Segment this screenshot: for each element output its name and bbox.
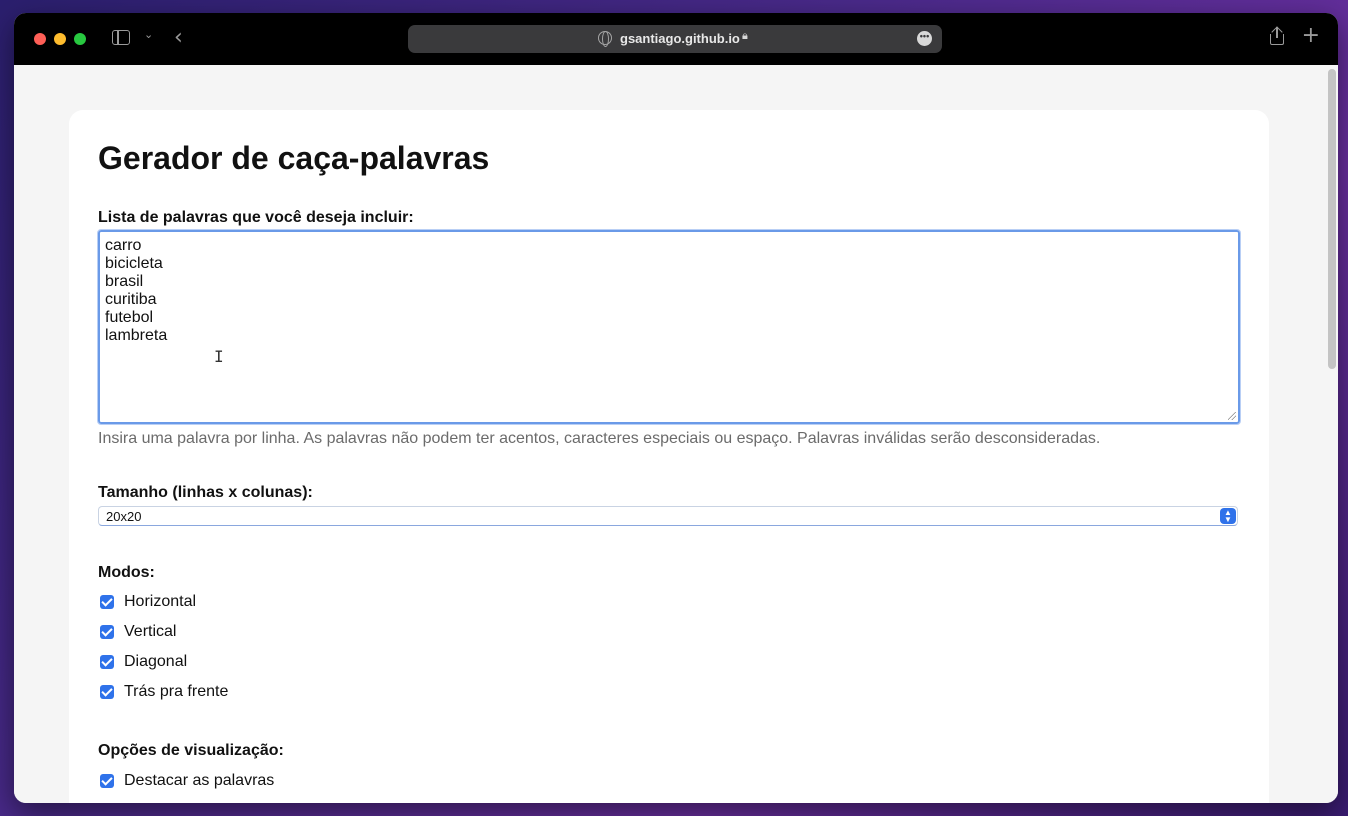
checkbox-label: Trás pra frente — [124, 683, 229, 700]
word-line: futebol — [105, 309, 154, 326]
size-label: Tamanho (linhas x colunas): — [98, 484, 313, 501]
share-icon[interactable] — [1270, 26, 1284, 45]
url-text: gsantiago.github.io — [620, 31, 740, 46]
page-viewport: Gerador de caça-palavras Lista de palavr… — [14, 65, 1338, 803]
word-line: carro — [105, 237, 142, 254]
words-textarea[interactable]: carro bicicleta brasil curitiba futebol … — [97, 229, 1241, 425]
chevron-updown-icon: ▲ ▼ — [1220, 508, 1236, 524]
new-tab-icon[interactable]: + — [1302, 23, 1320, 48]
sidebar-icon[interactable] — [112, 30, 130, 45]
checkbox-checked[interactable] — [100, 685, 114, 699]
text-cursor-icon: I — [214, 347, 224, 366]
words-label: Lista de palavras que você deseja inclui… — [98, 209, 414, 226]
minimize-window-button[interactable] — [54, 33, 66, 45]
resize-handle[interactable] — [1228, 412, 1236, 420]
address-bar[interactable]: gsantiago.github.io 🔒︎ ••• — [408, 25, 942, 53]
scrollbar[interactable] — [1328, 69, 1336, 369]
checkbox-checked[interactable] — [100, 625, 114, 639]
browser-window: ⌄ ‹ gsantiago.github.io 🔒︎ ••• + Gerador… — [14, 13, 1338, 803]
checkbox-label: Horizontal — [124, 593, 197, 610]
modes-label: Modos: — [98, 564, 155, 581]
lock-icon: 🔒︎ — [742, 30, 748, 42]
word-line: curitiba — [105, 291, 157, 308]
checkbox-label: Diagonal — [124, 653, 188, 670]
checkbox-checked[interactable] — [100, 595, 114, 609]
globe-icon — [598, 31, 612, 47]
checkbox-label: Vertical — [124, 623, 177, 640]
word-line: lambreta — [105, 327, 168, 344]
words-hint: Insira uma palavra por linha. As palavra… — [98, 430, 1101, 447]
checkbox-checked[interactable] — [100, 655, 114, 669]
checkbox-checked[interactable] — [100, 774, 114, 788]
size-select-value: 20x20 — [106, 509, 142, 524]
ellipsis-circle-icon[interactable]: ••• — [917, 31, 932, 46]
form-card: Gerador de caça-palavras Lista de palavr… — [69, 110, 1269, 803]
size-select[interactable]: 20x20 ▲ ▼ — [98, 506, 1238, 526]
chevron-down-icon[interactable]: ⌄ — [144, 28, 153, 41]
zoom-window-button[interactable] — [74, 33, 86, 45]
back-icon[interactable]: ‹ — [174, 25, 183, 50]
page-title: Gerador de caça-palavras — [98, 140, 490, 176]
close-window-button[interactable] — [34, 33, 46, 45]
checkbox-label: Destacar as palavras — [124, 772, 275, 789]
word-line: brasil — [105, 273, 144, 290]
browser-toolbar: ⌄ ‹ gsantiago.github.io 🔒︎ ••• + — [14, 13, 1338, 65]
word-line: bicicleta — [105, 255, 163, 272]
view-options-label: Opções de visualização: — [98, 742, 284, 759]
